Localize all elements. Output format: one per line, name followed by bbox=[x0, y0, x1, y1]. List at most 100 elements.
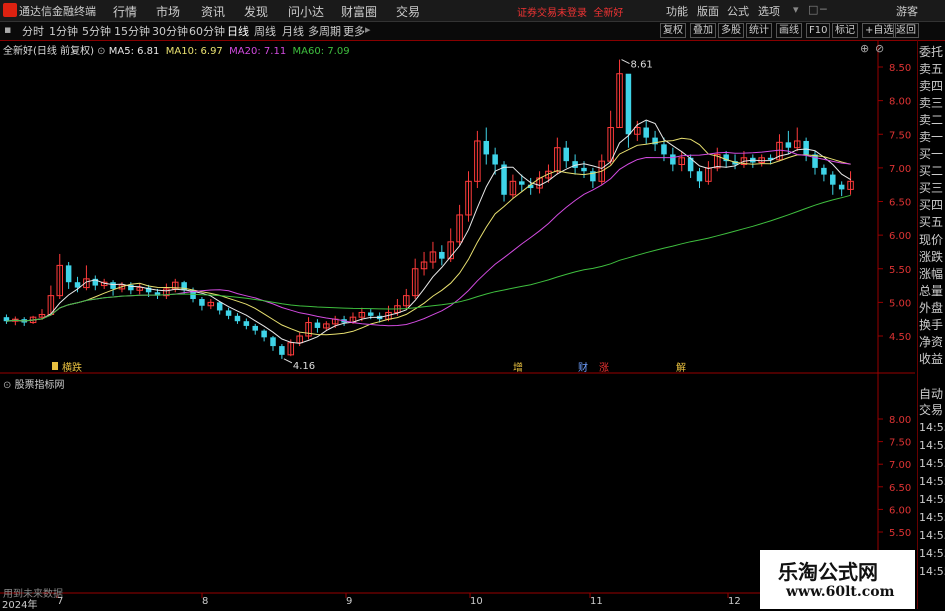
btn-tongji[interactable]: 统计 bbox=[746, 23, 772, 38]
btn-duogu[interactable]: 多股 bbox=[718, 23, 744, 38]
period-1min[interactable]: 1分钟 bbox=[49, 23, 78, 39]
btn-biaoji[interactable]: 标记 bbox=[832, 23, 858, 38]
menu-banmian[interactable]: 版面 bbox=[697, 3, 719, 19]
zoom-icon[interactable]: ⊕ bbox=[860, 42, 869, 55]
y-tick-label: 4.50 bbox=[889, 332, 911, 343]
ma-line bbox=[6, 137, 851, 336]
login-warning-text: 证券交易未登录 bbox=[517, 8, 587, 19]
menu-hangqing[interactable]: 行情 bbox=[113, 3, 137, 20]
candle-body bbox=[439, 251, 445, 259]
period-month[interactable]: 月线 bbox=[282, 23, 304, 39]
minimize-icon[interactable]: ─ bbox=[820, 3, 827, 16]
period-more[interactable]: 更多 bbox=[343, 23, 365, 39]
menu-zixun[interactable]: 资讯 bbox=[201, 3, 225, 20]
ma10-name: MA10 bbox=[165, 46, 194, 57]
app-title: 通达信金融终端 bbox=[19, 5, 96, 18]
menu-xuanxiang[interactable]: 选项 bbox=[758, 3, 780, 19]
period-15min[interactable]: 15分钟 bbox=[114, 23, 150, 39]
candle-body bbox=[261, 330, 267, 338]
candle-body bbox=[581, 167, 587, 172]
period-60min[interactable]: 60分钟 bbox=[189, 23, 225, 39]
rp-buy5: 买五 bbox=[919, 215, 944, 229]
x-label-month: 9 bbox=[346, 596, 353, 607]
candle-body bbox=[696, 171, 703, 182]
rp-time: 14:55 bbox=[919, 529, 945, 542]
candle-body bbox=[65, 265, 72, 283]
ma10-label: MA10: 6.97 bbox=[165, 46, 223, 57]
menu-gongshi[interactable]: 公式 bbox=[727, 3, 749, 19]
event-marker: 增 bbox=[513, 361, 523, 374]
btn-diejia[interactable]: 叠加 bbox=[690, 23, 716, 38]
title-bar bbox=[0, 0, 945, 22]
menu-caifuquan[interactable]: 财富圈 bbox=[341, 3, 377, 20]
lock-icon[interactable]: □ bbox=[808, 3, 818, 16]
rp-time: 14:55 bbox=[919, 547, 945, 560]
menu-shichang[interactable]: 市场 bbox=[156, 3, 180, 20]
candle-body bbox=[812, 154, 818, 168]
btn-huaxian[interactable]: 画线 bbox=[776, 23, 802, 38]
rp-huanshou: 换手 bbox=[919, 318, 944, 332]
more-arrow-icon[interactable]: ▸ bbox=[365, 23, 371, 36]
sub-y-tick-label: 5.50 bbox=[889, 528, 911, 539]
ma20-label: MA20: 7.11 bbox=[229, 46, 287, 57]
rp-buy4: 买四 bbox=[919, 198, 944, 212]
rp-time: 14:55 bbox=[919, 457, 945, 470]
watermark-title: 乐淘公式网 bbox=[778, 560, 878, 584]
rp-zhangdie: 涨跌 bbox=[919, 250, 944, 264]
kline-chart[interactable]: 8.50 8.00 7.50 7.00 6.50 6.00 5.50 5.00 4.50 8.00… bbox=[0, 40, 915, 609]
ma20-name: MA20 bbox=[229, 46, 258, 57]
candle-body bbox=[243, 321, 250, 326]
rp-trade[interactable]: 交易 bbox=[919, 402, 943, 418]
btn-f10[interactable]: F10 bbox=[806, 23, 831, 38]
event-marker: 横跌 bbox=[62, 361, 82, 374]
ma-dot-icon: ⊙ bbox=[97, 46, 109, 57]
rp-time: 14:55 bbox=[919, 439, 945, 452]
candle-body bbox=[643, 127, 649, 138]
btn-fuquan[interactable]: 复权 bbox=[660, 23, 686, 38]
candle-body bbox=[234, 315, 241, 322]
settings-icon[interactable]: ⊘ bbox=[875, 42, 884, 55]
rp-auto[interactable]: 自动 bbox=[919, 386, 943, 402]
sub-title-text: 股票指标网 bbox=[14, 380, 65, 391]
sub-y-tick-label: 8.00 bbox=[889, 415, 911, 426]
ma5-label: MA5: 6.81 bbox=[108, 46, 160, 57]
sub-y-tick-label: 7.00 bbox=[889, 460, 911, 471]
btn-fanhui[interactable]: 返回 bbox=[893, 23, 919, 38]
menu-faxian[interactable]: 发现 bbox=[244, 3, 268, 20]
ma60-name: MA60 bbox=[292, 46, 321, 57]
period-multi[interactable]: 多周期 bbox=[308, 23, 341, 39]
candle-body bbox=[670, 154, 676, 165]
menu-jiaoyi[interactable]: 交易 bbox=[396, 3, 420, 20]
candle-body bbox=[519, 181, 525, 185]
x-label-month: 10 bbox=[470, 596, 483, 607]
sub-indicator-title: ⊙ 股票指标网 bbox=[3, 376, 65, 391]
sub-y-tick-label: 6.00 bbox=[889, 505, 911, 516]
login-warning[interactable]: 证券交易未登录 全新好 bbox=[517, 4, 623, 19]
period-day[interactable]: 日线 bbox=[227, 23, 249, 39]
dropdown-icon[interactable]: ▾ bbox=[793, 3, 799, 16]
candle-body bbox=[270, 337, 276, 347]
period-5min[interactable]: 5分钟 bbox=[82, 23, 111, 39]
candle-body bbox=[216, 302, 223, 311]
stock-name: 全新好 bbox=[593, 8, 624, 19]
period-fenshi[interactable]: 分时 bbox=[22, 23, 44, 39]
candle-body bbox=[225, 310, 232, 316]
sub-y-tick-label: 6.50 bbox=[889, 483, 911, 494]
period-week[interactable]: 周线 bbox=[254, 23, 276, 39]
period-30min[interactable]: 30分钟 bbox=[152, 23, 188, 39]
rp-buy3: 买三 bbox=[919, 181, 944, 195]
guest-label[interactable]: 游客 bbox=[896, 3, 918, 19]
menu-gongneng[interactable]: 功能 bbox=[666, 3, 688, 19]
btn-zixuan[interactable]: +自选 bbox=[862, 23, 897, 38]
rp-xianjia: 现价 bbox=[919, 233, 944, 247]
candle-body bbox=[367, 312, 374, 316]
ma-legend: 全新好(日线 前复权) ⊙ MA5: 6.81 MA10: 6.97 MA20:… bbox=[3, 42, 350, 57]
event-marker: 解 bbox=[676, 361, 686, 374]
rp-weituo[interactable]: 委托 bbox=[919, 44, 943, 60]
candle-body bbox=[803, 140, 809, 155]
x-label-month: 12 bbox=[728, 596, 741, 607]
menu-wenxiaoda[interactable]: 问小达 bbox=[288, 3, 324, 20]
rp-sell4: 卖四 bbox=[919, 79, 944, 93]
period-prev-icon[interactable]: ▪ bbox=[4, 23, 11, 36]
candle-body bbox=[821, 167, 827, 175]
